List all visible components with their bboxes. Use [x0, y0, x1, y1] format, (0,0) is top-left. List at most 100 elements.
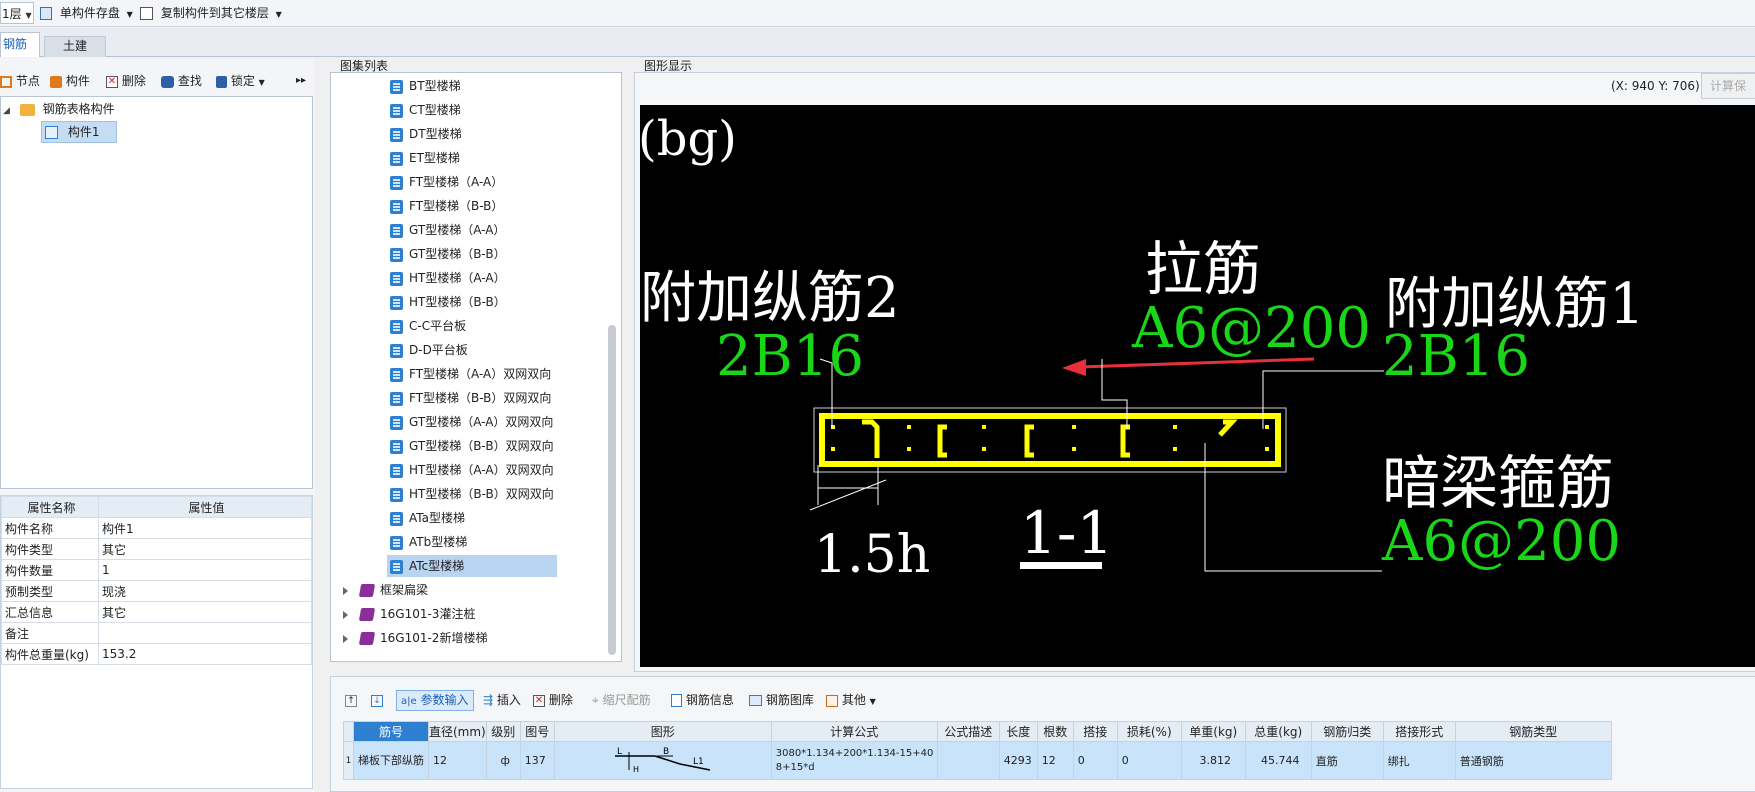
property-value[interactable]: 构件1: [98, 517, 312, 539]
atlas-item[interactable]: FT型楼梯（B-B）: [387, 195, 557, 217]
property-value[interactable]: 其它: [98, 601, 312, 623]
cell-grade[interactable]: ф: [485, 741, 521, 780]
expand-icon[interactable]: [343, 586, 348, 595]
tree-root[interactable]: ◢ 钢筋表格构件: [3, 98, 115, 120]
col-header[interactable]: 损耗(%): [1116, 721, 1182, 742]
param-input-button[interactable]: a|e 参数输入: [396, 690, 474, 711]
cell-count[interactable]: 12: [1036, 741, 1074, 780]
atlas-group[interactable]: 16G101-3灌注桩: [343, 603, 475, 625]
save-component-button[interactable]: 单构件存盘 ▼: [40, 2, 133, 24]
rebar-info-button[interactable]: 钢筋信息: [671, 689, 734, 711]
insert-button[interactable]: ⇶ 插入: [483, 689, 521, 711]
cell-formula[interactable]: 3080*1.134+200*1.134-15+40 8+15*d: [770, 741, 938, 780]
move-down-button[interactable]: ↓: [371, 689, 383, 711]
scale-rebar-button[interactable]: ⌖ 缩尺配筋: [592, 689, 651, 711]
cell-loss[interactable]: 0: [1116, 741, 1182, 780]
atlas-item-label: HT型楼梯（A-A）双网双向: [409, 463, 554, 477]
atlas-group[interactable]: 框架扁梁: [343, 579, 428, 601]
atlas-item[interactable]: GT型楼梯（A-A）: [387, 219, 557, 241]
atlas-item[interactable]: ET型楼梯: [387, 147, 557, 169]
tree-item-component1[interactable]: 构件1: [41, 121, 117, 143]
atlas-item[interactable]: FT型楼梯（A-A）: [387, 171, 557, 193]
atlas-item[interactable]: GT型楼梯（B-B）双网双向: [387, 435, 557, 457]
move-up-button[interactable]: ↑: [345, 689, 357, 711]
component-button[interactable]: 构件: [50, 70, 90, 92]
atlas-item[interactable]: HT型楼梯（B-B）: [387, 291, 557, 313]
property-value[interactable]: 1: [98, 559, 312, 581]
atlas-item[interactable]: CT型楼梯: [387, 99, 557, 121]
atlas-item[interactable]: HT型楼梯（A-A）双网双向: [387, 459, 557, 481]
calc-save-button[interactable]: 计算保: [1701, 73, 1755, 99]
col-header[interactable]: 长度: [998, 721, 1038, 742]
col-header[interactable]: 直径(mm): [428, 721, 487, 742]
property-row: 汇总信息 其它: [1, 601, 312, 623]
atlas-item[interactable]: FT型楼梯（B-B）双网双向: [387, 387, 557, 409]
node-button[interactable]: 节点: [0, 70, 40, 92]
atlas-item-label: FT型楼梯（A-A）双网双向: [409, 367, 552, 381]
atlas-item[interactable]: ATc型楼梯: [387, 555, 557, 577]
property-value[interactable]: 153.2: [98, 643, 312, 665]
atlas-item[interactable]: GT型楼梯（B-B）: [387, 243, 557, 265]
toolbar-more-button[interactable]: ▸▸: [296, 70, 306, 92]
atlas-item[interactable]: C-C平台板: [387, 315, 557, 337]
rebar-table-wrap: 筋号 直径(mm) 级别 图号 图形 计算公式 公式描述 长度 根数 搭接 损耗…: [343, 721, 1749, 791]
col-header[interactable]: 搭接形式: [1382, 721, 1456, 742]
cell-formula-desc[interactable]: [936, 741, 1000, 780]
cell-category[interactable]: 直筋: [1310, 741, 1384, 780]
col-header[interactable]: 图形: [553, 721, 772, 742]
atlas-item[interactable]: HT型楼梯（A-A）: [387, 267, 557, 289]
cell-figure-no[interactable]: 137: [519, 741, 555, 780]
cell-diameter[interactable]: 12: [428, 741, 487, 780]
atlas-item[interactable]: GT型楼梯（A-A）双网双向: [387, 411, 557, 433]
col-header[interactable]: 根数: [1036, 721, 1074, 742]
col-header[interactable]: 计算公式: [770, 721, 938, 742]
property-name: 构件总重量(kg): [1, 643, 99, 665]
cell-lap-type[interactable]: 绑扎: [1382, 741, 1456, 780]
atlas-item[interactable]: HT型楼梯（B-B）双网双向: [387, 483, 557, 505]
cell-rebar-type[interactable]: 普通钢筋: [1454, 741, 1612, 780]
cell-lap[interactable]: 0: [1072, 741, 1118, 780]
col-value-header: 属性值: [98, 496, 312, 518]
document-icon: [390, 511, 403, 526]
atlas-item[interactable]: ATa型楼梯: [387, 507, 557, 529]
tab-rebar[interactable]: 钢筋: [0, 32, 40, 57]
floor-select[interactable]: 1层 ▼: [0, 2, 34, 24]
atlas-item[interactable]: BT型楼梯: [387, 75, 557, 97]
col-header[interactable]: 单重(kg): [1180, 721, 1246, 742]
col-header[interactable]: 筋号: [353, 721, 429, 742]
col-header[interactable]: 搭接: [1072, 721, 1118, 742]
table-row[interactable]: 1 梯板下部纵筋 12 ф 137 L B L1 H 3080*1.134+20…: [343, 741, 1612, 780]
cell-name[interactable]: 梯板下部纵筋: [353, 741, 429, 780]
atlas-group[interactable]: 16G101-2新增楼梯: [343, 627, 487, 649]
col-header[interactable]: 总重(kg): [1244, 721, 1312, 742]
atlas-item[interactable]: D-D平台板: [387, 339, 557, 361]
property-value[interactable]: [98, 622, 312, 644]
col-header[interactable]: 级别: [485, 721, 521, 742]
delete-button[interactable]: ✕ 删除: [106, 70, 146, 92]
atlas-item[interactable]: ATb型楼梯: [387, 531, 557, 553]
property-value[interactable]: 现浇: [98, 580, 312, 602]
atlas-scrollbar[interactable]: [608, 325, 616, 655]
cell-unit-weight[interactable]: 3.812: [1180, 741, 1246, 780]
col-header[interactable]: 钢筋类型: [1454, 721, 1612, 742]
atlas-item[interactable]: FT型楼梯（A-A）双网双向: [387, 363, 557, 385]
expand-icon[interactable]: ◢: [3, 106, 10, 116]
copy-component-button[interactable]: 复制构件到其它楼层 ▼: [140, 2, 282, 24]
atlas-item[interactable]: DT型楼梯: [387, 123, 557, 145]
col-header[interactable]: 钢筋归类: [1310, 721, 1384, 742]
tab-civil[interactable]: 土建: [44, 36, 106, 57]
cell-total-weight[interactable]: 45.744: [1244, 741, 1312, 780]
property-value[interactable]: 其它: [98, 538, 312, 560]
label-extra-long-2-value: 2B16: [716, 324, 864, 389]
expand-icon[interactable]: [343, 610, 348, 619]
other-button[interactable]: 其他 ▼: [826, 689, 876, 711]
find-button[interactable]: 查找: [161, 70, 202, 92]
col-header[interactable]: 公式描述: [936, 721, 1000, 742]
cell-length[interactable]: 4293: [998, 741, 1038, 780]
lock-button[interactable]: 锁定 ▼: [216, 70, 265, 92]
cell-shape[interactable]: L B L1 H: [553, 741, 772, 780]
expand-icon[interactable]: [343, 634, 348, 643]
col-header[interactable]: 图号: [519, 721, 555, 742]
rebar-library-button[interactable]: 钢筋图库: [749, 689, 814, 711]
rebar-delete-button[interactable]: ✕ 删除: [533, 689, 573, 711]
